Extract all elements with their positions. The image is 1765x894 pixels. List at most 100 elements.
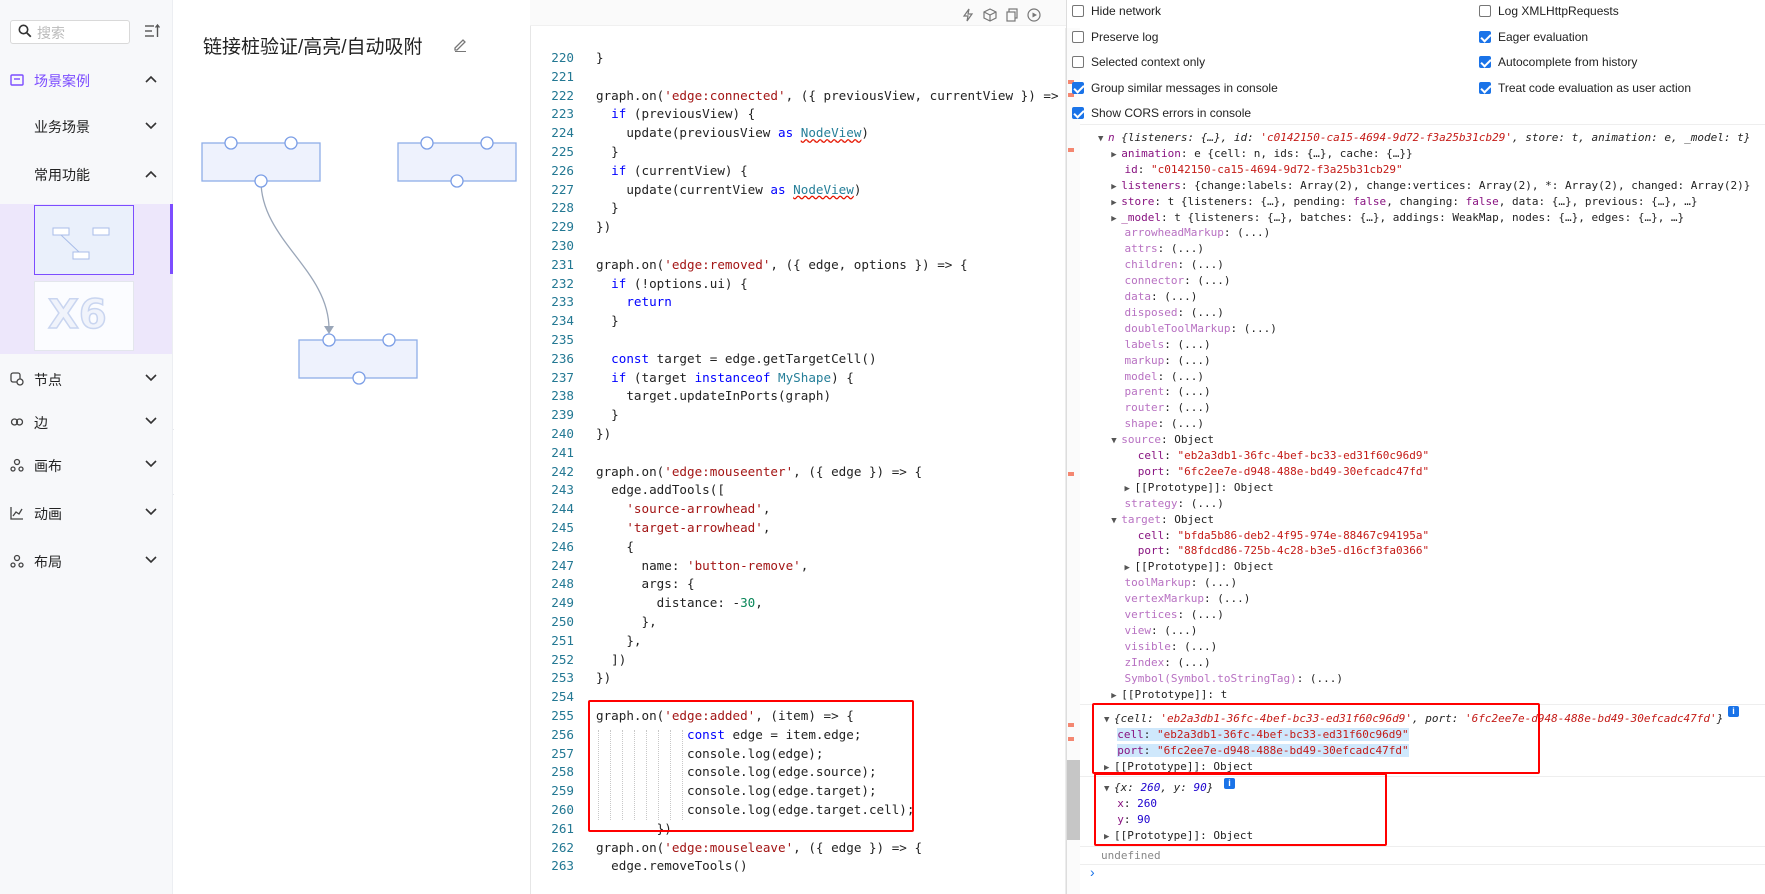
console-tree-line[interactable]: vertexMarkup: (...) <box>1098 592 1251 608</box>
sort-icon[interactable] <box>143 22 161 40</box>
line-code: }) <box>596 670 612 686</box>
console-tree-line[interactable]: attrs: (...) <box>1098 242 1204 258</box>
checkbox[interactable] <box>1479 5 1491 17</box>
checkbox[interactable] <box>1479 81 1491 94</box>
line-number: 233 <box>551 294 574 310</box>
nav-canvas[interactable]: 画布 <box>0 444 172 486</box>
code-line: 245 'target-arrowhead', <box>530 520 1065 539</box>
checkbox[interactable] <box>1072 56 1084 69</box>
console-tree-line[interactable]: toolMarkup: (...) <box>1098 576 1238 592</box>
line-code: } <box>596 313 619 329</box>
codesandbox-icon[interactable] <box>983 8 997 22</box>
line-number: 247 <box>551 557 574 573</box>
console-tree-line[interactable]: ▶ [[Prototype]]: t <box>1098 688 1227 704</box>
nav-nodes[interactable]: 节点 <box>0 358 172 400</box>
play-icon[interactable] <box>1027 8 1041 22</box>
info-icon[interactable]: i <box>1224 778 1235 789</box>
highlight-box-target <box>1094 773 1387 846</box>
console-tree-line[interactable]: view: (...) <box>1098 624 1198 640</box>
log-divider <box>1080 864 1765 865</box>
console-tree-line[interactable]: ▶ [[Prototype]]: Object <box>1098 560 1274 576</box>
code-line: 233 return <box>530 294 1065 313</box>
console-tree-line[interactable]: ▶ animation: e {cell: n, ids: {…}, cache:… <box>1098 147 1412 163</box>
console-tree-line[interactable]: parent: (...) <box>1098 385 1211 401</box>
console-tree-line[interactable]: vertices: (...) <box>1098 608 1224 624</box>
line-code: }, <box>596 614 657 629</box>
line-code: graph.on('edge:removed', ({ edge, option… <box>596 256 968 272</box>
console-tree-line[interactable]: shape: (...) <box>1098 417 1204 433</box>
console-tree-line[interactable]: ▶ _model: t {listeners: {…}, batches: {…}… <box>1098 211 1684 227</box>
info-icon[interactable]: i <box>1728 706 1739 717</box>
nav-business-scene[interactable]: 业务场景 <box>0 103 172 151</box>
checkbox[interactable] <box>1072 5 1084 17</box>
line-number: 223 <box>551 106 574 122</box>
console-tree-line[interactable]: ▶ store: t {listeners: {…}, pending: fals… <box>1098 195 1697 211</box>
console-tree-line[interactable]: disposed: (...) <box>1098 306 1224 322</box>
line-code: graph.on('edge:mouseenter', ({ edge }) =… <box>596 463 923 479</box>
console-tree-line[interactable]: router: (...) <box>1098 401 1211 417</box>
graph-canvas[interactable] <box>174 0 530 894</box>
port <box>382 333 396 347</box>
search-input[interactable]: 搜索 <box>10 20 130 44</box>
console-tree-line[interactable]: model: (...) <box>1098 370 1204 386</box>
console-prompt[interactable]: › <box>1090 864 1095 880</box>
nav-common-features[interactable]: 常用功能 <box>0 151 172 199</box>
console-tree-line[interactable]: Symbol(Symbol.toStringTag): (...) <box>1098 672 1344 688</box>
console-tree-line[interactable]: id: "c0142150-ca15-4694-9d72-f3a25b31cb2… <box>1098 163 1403 179</box>
console-tree-line[interactable]: port: "88fdcd86-725b-4c28-b3e5-d16cf3fa0… <box>1098 544 1429 560</box>
line-number: 260 <box>551 802 574 817</box>
console-tree-line[interactable]: labels: (...) <box>1098 338 1211 354</box>
console-tree-line[interactable]: ▼ n {listeners: {…}, id: 'c0142150-ca15-4… <box>1098 131 1750 147</box>
console-tree-line[interactable]: ▼ target: Object <box>1098 513 1214 529</box>
nav-layout[interactable]: 布局 <box>0 540 172 582</box>
console-tree-line[interactable]: zIndex: (...) <box>1098 656 1211 672</box>
checkbox[interactable] <box>1072 30 1084 43</box>
code-line: 229}) <box>530 219 1065 238</box>
line-code: } <box>596 144 619 159</box>
nav-label: 边 <box>34 415 48 431</box>
lightning-icon[interactable] <box>961 8 975 22</box>
line-number: 244 <box>551 501 574 517</box>
console-tree-line[interactable]: connector: (...) <box>1098 274 1231 290</box>
line-number: 221 <box>551 68 574 84</box>
console-tree-line[interactable]: cell: "eb2a3db1-36fc-4bef-bc33-ed31f60c9… <box>1098 449 1429 465</box>
line-number: 220 <box>551 50 574 65</box>
line-number: 227 <box>551 181 574 197</box>
checkbox[interactable] <box>1072 81 1084 94</box>
console-tree-line[interactable]: ▶ listeners: {change:labels: Array(2), ch… <box>1098 179 1750 195</box>
nav-scene-cases[interactable]: 场景案例 <box>0 59 172 101</box>
thumbnail-port-validation[interactable] <box>34 205 134 275</box>
port <box>450 174 464 188</box>
console-tree-line[interactable]: strategy: (...) <box>1098 497 1224 513</box>
checkbox[interactable] <box>1072 107 1084 120</box>
copy-icon[interactable] <box>1005 8 1019 22</box>
nav-edges[interactable]: 边 <box>0 401 172 443</box>
console-tree-line[interactable]: arrowheadMarkup: (...) <box>1098 226 1271 242</box>
line-number: 249 <box>551 595 574 611</box>
node-icon <box>10 372 24 386</box>
thumbnail-x6[interactable]: X6 <box>34 281 134 351</box>
console-tree-line[interactable]: port: "6fc2ee7e-d948-488e-bd49-30efcadc4… <box>1098 465 1429 481</box>
checkbox[interactable] <box>1479 30 1491 43</box>
line-code: edge.addTools([ <box>596 482 725 498</box>
line-number: 240 <box>551 426 574 441</box>
console-tree-line[interactable]: visible: (...) <box>1098 640 1218 656</box>
console-tree-line[interactable]: data: (...) <box>1098 290 1198 306</box>
console-tree-line[interactable]: ▼ source: Object <box>1098 433 1214 449</box>
line-code: name: 'button-remove', <box>596 557 809 573</box>
highlight-box-source <box>1092 703 1540 774</box>
console-tree-line[interactable]: ▶ [[Prototype]]: Object <box>1098 481 1274 497</box>
code-line: 243 edge.addTools([ <box>530 482 1065 501</box>
console-tree-line[interactable]: children: (...) <box>1098 258 1224 274</box>
line-number: 242 <box>551 463 574 479</box>
console-tree-line[interactable]: markup: (...) <box>1098 354 1211 370</box>
chevron-up-icon <box>145 170 157 178</box>
code-line: 228 } <box>530 200 1065 219</box>
console-tree-line[interactable]: doubleToolMarkup: (...) <box>1098 322 1277 338</box>
console-tree-line[interactable]: cell: "bfda5b86-deb2-4f95-974e-88467c941… <box>1098 529 1429 545</box>
checkbox[interactable] <box>1479 56 1491 69</box>
nav-animation[interactable]: 动画 <box>0 492 172 534</box>
line-number: 222 <box>551 87 574 103</box>
scrollbar-thumb[interactable] <box>1066 760 1080 840</box>
line-code: 'source-arrowhead', <box>626 501 771 517</box>
